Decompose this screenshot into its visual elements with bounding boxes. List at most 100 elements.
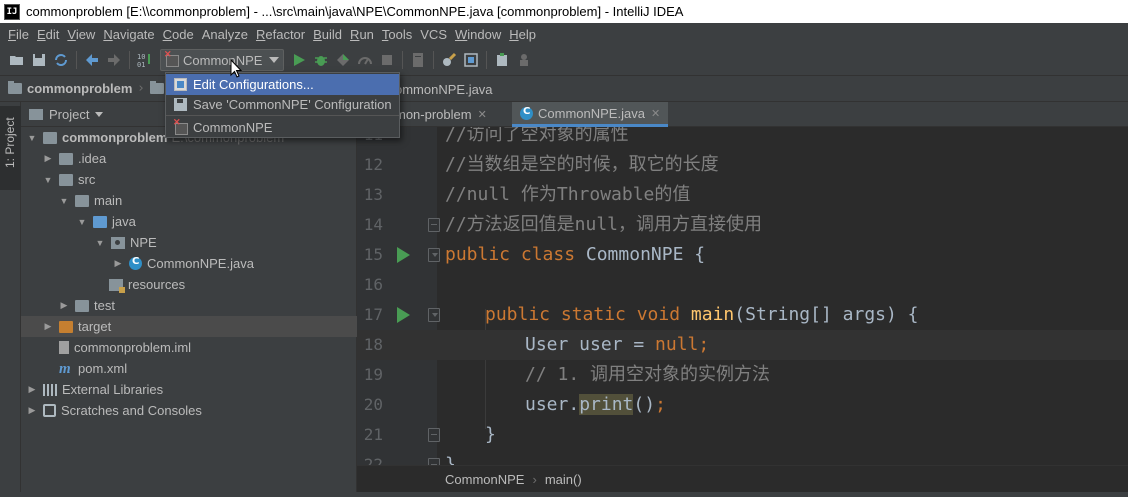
run-configuration-selector[interactable]: CommonNPE — [160, 49, 284, 71]
menu-navigate[interactable]: Navigate — [99, 27, 158, 42]
tree-item-src[interactable]: ▼ src — [21, 169, 357, 190]
menu-bar: File Edit View Navigate Code Analyze Ref… — [0, 23, 1128, 45]
chevron-down-icon — [95, 111, 104, 117]
code-line: 19 // 1. 调用空对象的实例方法 — [357, 360, 1128, 390]
menu-item-commonnpe[interactable]: CommonNPE — [166, 117, 399, 138]
tree-item-java[interactable]: ▼ java — [21, 211, 357, 232]
project-structure-icon[interactable] — [407, 49, 429, 71]
android-icon[interactable] — [513, 49, 535, 71]
sdk-icon[interactable] — [460, 49, 482, 71]
fold-marker-icon[interactable] — [428, 308, 440, 322]
tasks-icon[interactable] — [491, 49, 513, 71]
project-tool-window-tab[interactable]: 1: Project — [0, 106, 21, 190]
collapsed-arrow-icon: ▶ — [60, 300, 68, 310]
code-text: // 1. 调用空对象的实例方法 — [525, 364, 771, 385]
menu-window[interactable]: Window — [451, 27, 505, 42]
menu-file[interactable]: File — [4, 27, 33, 42]
collapsed-arrow-icon: ▶ — [44, 321, 52, 331]
back-icon[interactable] — [81, 49, 103, 71]
menu-edit[interactable]: Edit — [33, 27, 63, 42]
breadcrumb-method[interactable]: main() — [545, 472, 582, 487]
menu-run[interactable]: Run — [346, 27, 378, 42]
menu-build[interactable]: Build — [309, 27, 346, 42]
tab-common-problem[interactable]: mon-problem ✕ — [387, 102, 495, 127]
tree-item-target[interactable]: ▶ target — [21, 316, 357, 337]
code-line: 14 //方法返回值是null，调用方直接使用 — [357, 210, 1128, 240]
menu-analyze[interactable]: Analyze — [198, 27, 252, 42]
code-line: 17 public static void main(String[] args… — [357, 300, 1128, 330]
tree-item-iml[interactable]: commonproblem.iml — [21, 337, 357, 358]
menu-help[interactable]: Help — [505, 27, 540, 42]
tree-item-main[interactable]: ▼ main — [21, 190, 357, 211]
tree-item-label: resources — [128, 277, 186, 292]
breadcrumb-class[interactable]: CommonNPE — [445, 472, 524, 487]
status-bar — [0, 492, 1128, 497]
debug-icon[interactable] — [310, 49, 332, 71]
run-icon[interactable] — [288, 49, 310, 71]
tree-item-external-libraries[interactable]: ▶ External Libraries — [21, 379, 357, 400]
tree-item-label: main — [94, 193, 123, 208]
code-text: User user = — [525, 334, 656, 355]
nav-crumb-project[interactable]: commonproblem — [8, 81, 132, 96]
menu-tools[interactable]: Tools — [378, 27, 416, 42]
run-gutter-icon[interactable] — [397, 247, 410, 263]
fold-marker-icon[interactable] — [428, 428, 440, 442]
menu-item-save-configuration[interactable]: Save 'CommonNPE' Configuration — [166, 94, 399, 115]
build-icon[interactable]: 10 01 — [134, 49, 156, 71]
line-number: 22 — [363, 455, 383, 465]
tree-item-label: src — [78, 172, 96, 187]
menu-refactor[interactable]: Refactor — [252, 27, 309, 42]
close-icon[interactable]: ✕ — [478, 108, 487, 121]
code-editor[interactable]: 11 //访问了空对象的属性 12 //当数组是空的时候，取它的长度 13 //… — [357, 127, 1128, 465]
tab-commonnpe-java[interactable]: CommonNPE.java ✕ — [512, 102, 669, 127]
code-keyword: public class — [445, 244, 576, 265]
folder-icon — [8, 81, 22, 94]
save-config-icon — [174, 98, 187, 111]
fold-marker-icon[interactable] — [428, 458, 440, 465]
tree-item-scratches[interactable]: ▶ Scratches and Consoles — [21, 400, 357, 421]
line-number: 12 — [363, 155, 383, 174]
save-icon[interactable] — [28, 49, 50, 71]
folder-icon — [59, 173, 73, 186]
folder-icon — [149, 81, 164, 94]
coverage-icon[interactable] — [332, 49, 354, 71]
svg-text:01: 01 — [137, 61, 145, 68]
tree-item-test[interactable]: ▶ test — [21, 295, 357, 316]
fold-marker-icon[interactable] — [428, 218, 440, 232]
tree-item-npe[interactable]: ▼ NPE — [21, 232, 357, 253]
profile-icon[interactable] — [354, 49, 376, 71]
resources-folder-icon — [109, 278, 125, 293]
menu-view[interactable]: View — [63, 27, 99, 42]
tree-item-pom[interactable]: m pom.xml — [21, 358, 357, 379]
run-gutter-icon[interactable] — [397, 307, 410, 323]
stop-icon[interactable] — [376, 49, 398, 71]
fold-marker-icon[interactable] — [428, 248, 440, 262]
code-line: 12 //当数组是空的时候，取它的长度 — [357, 150, 1128, 180]
settings-icon[interactable] — [438, 49, 460, 71]
folder-icon — [75, 299, 89, 312]
nav-crumb-file[interactable]: ommonNPE.java — [395, 82, 493, 97]
code-text: //访问了空对象的属性 — [445, 127, 629, 145]
left-tool-strip: 1: Project — [0, 102, 21, 492]
edit-config-icon — [174, 78, 187, 91]
sync-icon[interactable] — [50, 49, 72, 71]
tree-item-resources[interactable]: resources — [21, 274, 357, 295]
code-line: 22 } — [357, 450, 1128, 465]
line-number: 15 — [363, 245, 383, 264]
folder-icon — [59, 152, 73, 165]
open-icon[interactable] — [6, 49, 28, 71]
forward-icon[interactable] — [103, 49, 125, 71]
iml-file-icon — [59, 341, 69, 354]
code-text: } — [485, 424, 496, 445]
menu-vcs[interactable]: VCS — [416, 27, 451, 42]
code-line: 21 } — [357, 420, 1128, 450]
tree-item-label: External Libraries — [62, 382, 164, 397]
menu-item-edit-configurations[interactable]: Edit Configurations... — [166, 74, 399, 95]
code-text: ; — [698, 334, 710, 355]
collapsed-arrow-icon: ▶ — [44, 153, 52, 163]
menu-code[interactable]: Code — [159, 27, 198, 42]
close-icon[interactable]: ✕ — [651, 107, 660, 120]
tree-item-commonnpe-java[interactable]: ▶ CommonNPE.java — [21, 253, 357, 274]
folder-icon — [75, 194, 89, 207]
tree-item-idea[interactable]: ▶ .idea — [21, 148, 357, 169]
